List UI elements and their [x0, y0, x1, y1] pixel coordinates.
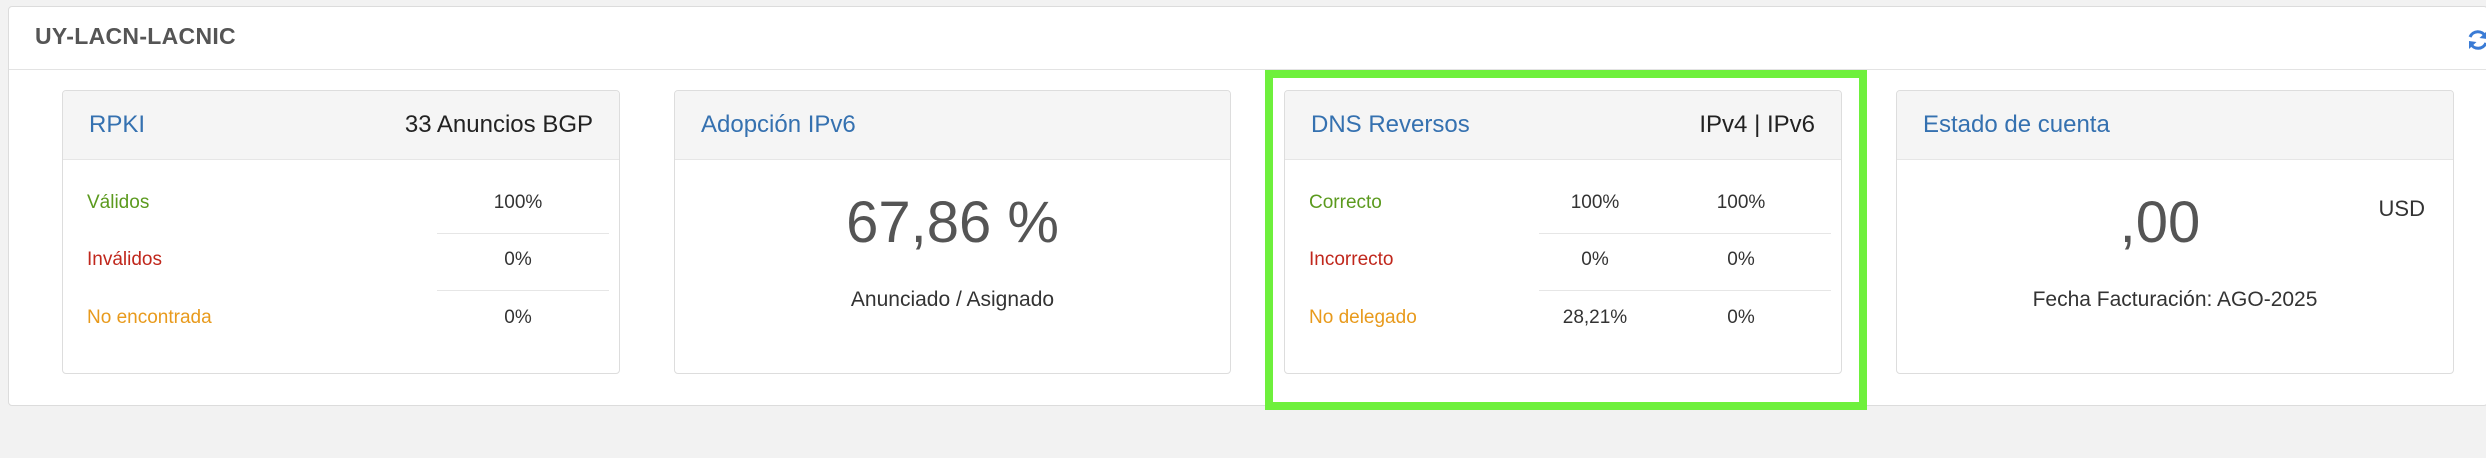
- dns-correct-label: Correcto: [1309, 192, 1382, 213]
- dns-protocol-header: IPv4 | IPv6: [1699, 111, 1815, 138]
- account-card-header: Estado de cuenta: [1897, 91, 2453, 160]
- account-title[interactable]: Estado de cuenta: [1923, 111, 2110, 139]
- dns-incorrect-label: Incorrecto: [1309, 249, 1394, 270]
- dns-correct-ipv4: 100%: [1570, 192, 1620, 213]
- dns-row-notdelegated: No delegado 28,21% 0%: [1285, 291, 1841, 348]
- dns-row-correct: Correcto 100% 100%: [1285, 176, 1841, 233]
- rpki-card: RPKI 33 Anuncios BGP Válidos 100% Inváli…: [62, 90, 620, 374]
- rpki-valid-value: 100%: [493, 192, 543, 213]
- rpki-row-invalid: Inválidos 0%: [63, 233, 619, 290]
- ipv6-title[interactable]: Adopción IPv6: [701, 111, 856, 139]
- rpki-notfound-value: 0%: [504, 307, 532, 328]
- dns-correct-ipv6: 100%: [1716, 192, 1766, 213]
- rpki-title[interactable]: RPKI: [89, 111, 145, 139]
- bgp-announcements: 33 Anuncios BGP: [404, 111, 593, 138]
- account-currency: USD: [2378, 196, 2425, 221]
- ipv6-card: Adopción IPv6 67,86 % Anunciado / Asigna…: [674, 90, 1231, 374]
- panel-header: UY-LACN-LACNIC: [9, 7, 2486, 70]
- refresh-icon[interactable]: [2465, 27, 2486, 53]
- dns-notdelegated-ipv4: 28,21%: [1562, 307, 1628, 328]
- billing-date: Fecha Facturación: AGO-2025: [2032, 288, 2318, 311]
- panel-title: UY-LACN-LACNIC: [35, 23, 236, 49]
- dns-card-header: DNS Reversos IPv4 | IPv6: [1285, 91, 1841, 160]
- dns-notdelegated-label: No delegado: [1309, 307, 1417, 328]
- dns-incorrect-ipv6: 0%: [1727, 249, 1755, 270]
- rpki-invalid-value: 0%: [504, 249, 532, 270]
- ipv6-caption: Anunciado / Asignado: [850, 288, 1055, 311]
- dns-incorrect-ipv4: 0%: [1581, 249, 1609, 270]
- ipv6-card-header: Adopción IPv6: [675, 91, 1230, 160]
- dns-row-incorrect: Incorrecto 0% 0%: [1285, 233, 1841, 290]
- account-card: Estado de cuenta ,00 USD Fecha Facturaci…: [1896, 90, 2454, 374]
- rpki-notfound-label: No encontrada: [87, 307, 212, 328]
- rpki-card-header: RPKI 33 Anuncios BGP: [63, 91, 619, 160]
- rpki-row-notfound: No encontrada 0%: [63, 291, 619, 348]
- account-amount: ,00: [2119, 190, 2201, 255]
- rpki-valid-label: Válidos: [87, 192, 150, 213]
- dns-notdelegated-ipv6: 0%: [1727, 307, 1755, 328]
- dns-card: DNS Reversos IPv4 | IPv6 Correcto 100% 1…: [1284, 90, 1842, 374]
- rpki-invalid-label: Inválidos: [87, 249, 162, 270]
- rpki-row-valid: Válidos 100%: [63, 176, 619, 233]
- dns-title[interactable]: DNS Reversos: [1311, 111, 1470, 139]
- ipv6-adoption-value: 67,86 %: [846, 190, 1059, 255]
